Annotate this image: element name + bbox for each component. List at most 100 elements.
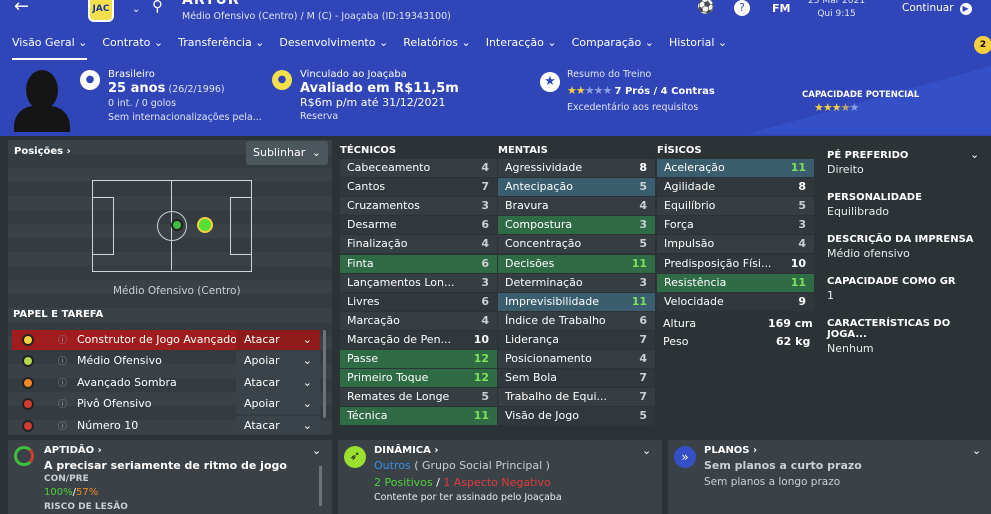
media-description-label: DESCRIÇÃO DA IMPRENSA (827, 234, 974, 245)
technical-attribute-row[interactable]: Cantos 7 (340, 178, 497, 197)
technical-attribute-row[interactable]: Marcação de Pen... 10 (340, 330, 497, 349)
mental-attribute-row[interactable]: Posicionamento 4 (498, 350, 655, 368)
contract-info: Vinculado ao Joaçaba Avaliado em R$11,5m… (300, 69, 459, 122)
mental-attribute-row[interactable]: Decisões 11 (498, 254, 655, 273)
technical-attribute-row[interactable]: Desarme 6 (340, 216, 497, 235)
training-summary[interactable]: Resumo do Treino ★★★★★ 7 Prós / 4 Contra… (567, 68, 715, 115)
player-header: ← JAC ⌃ ⌄ ⚲ ARTUR Médio Ofensivo (Centro)… (0, 0, 991, 136)
role-row[interactable]: ⓘ Número 10 Atacar ⌄ (12, 416, 320, 434)
attribute-value: 7 (639, 371, 647, 385)
info-icon[interactable]: ⓘ (58, 419, 67, 432)
info-icon[interactable]: ⓘ (58, 376, 67, 389)
mental-attribute-row[interactable]: Sem Bola 7 (498, 369, 655, 388)
club-crest[interactable]: JAC (88, 0, 114, 22)
tab-relatorios[interactable]: Relatórios ⌄ (403, 36, 471, 60)
technical-attribute-row[interactable]: Lançamentos Lon... 3 (340, 273, 497, 292)
technical-attribute-row[interactable]: Finta 6 (340, 254, 497, 273)
mental-attribute-row[interactable]: Compostura 3 (498, 216, 655, 235)
highlight-select[interactable]: Sublinhar ⌄ (246, 141, 328, 165)
back-arrow-icon[interactable]: ← (14, 0, 29, 17)
roles-scrollbar[interactable] (323, 330, 326, 418)
role-row[interactable]: ⓘ Avançado Sombra Atacar ⌄ (12, 373, 320, 393)
mental-attribute-row[interactable]: Trabalho de Equi... 7 (498, 388, 655, 407)
tab-contrato[interactable]: Contrato ⌄ (102, 36, 163, 60)
search-icon[interactable]: ⚲ (152, 0, 163, 15)
physical-attribute-row[interactable]: Resistência 11 (657, 273, 814, 292)
gk-ability-value: 1 (827, 289, 834, 302)
info-icon[interactable]: ⓘ (58, 397, 67, 410)
attribute-name: Concentração (505, 237, 582, 251)
scrollbar[interactable] (319, 466, 322, 506)
attribute-name: Trabalho de Equi... (505, 390, 608, 404)
physical-attribute-row[interactable]: Equilíbrio 5 (657, 197, 814, 216)
tab-comparacao[interactable]: Comparação ⌄ (572, 36, 654, 60)
notification-badge[interactable]: 2 (974, 36, 991, 54)
technical-attribute-row[interactable]: Passe 12 (340, 350, 497, 368)
chevron-down-icon[interactable]: ⌄ (312, 444, 321, 457)
chevron-down-icon[interactable]: ⌄ (642, 444, 651, 457)
tab-visao-geral[interactable]: Visão Geral ⌄ (12, 36, 88, 60)
mental-attribute-row[interactable]: Agressividade 8 (498, 159, 655, 177)
technical-attribute-row[interactable]: Livres 6 (340, 292, 497, 311)
player-traits-label: CARACTERÍSTICAS DO JOGA... (827, 318, 951, 340)
star-icon: ★ (540, 72, 560, 92)
con-pre-label: CON/PRE (44, 474, 89, 484)
technical-attribute-row[interactable]: Finalização 4 (340, 235, 497, 254)
chevron-down-icon[interactable]: ⌄ (970, 148, 979, 161)
physical-attribute-row[interactable]: Aceleração 11 (657, 159, 814, 177)
fm-menu[interactable]: FM (772, 2, 790, 15)
mental-attribute-row[interactable]: Antecipação 5 (498, 178, 655, 197)
roles-title: PAPEL E TAREFA (13, 309, 104, 320)
technical-attribute-row[interactable]: Remates de Longe 5 (340, 388, 497, 407)
ball-icon[interactable]: ⚽ (697, 0, 714, 15)
technical-attribute-row[interactable]: Primeiro Toque 12 (340, 369, 497, 388)
role-row[interactable]: ⓘ Médio Ofensivo Apoiar ⌄ (12, 351, 320, 371)
info-icon[interactable]: ⓘ (58, 333, 67, 346)
mental-attribute-row[interactable]: Concentração 5 (498, 235, 655, 254)
duty-select[interactable]: Atacar ⌄ (236, 416, 320, 434)
tab-historial[interactable]: Historial ⌄ (669, 36, 727, 60)
potential-label: CAPACIDADE POTENCIAL (802, 90, 920, 100)
technical-attribute-row[interactable]: Técnica 11 (340, 407, 497, 426)
prev-next-chevron-icon[interactable]: ⌃ ⌄ (132, 0, 140, 15)
attribute-value: 5 (798, 199, 806, 213)
mental-attribute-row[interactable]: Bravura 4 (498, 197, 655, 216)
mental-attribute-row[interactable]: Imprevisibilidade 11 (498, 292, 655, 311)
duty-select[interactable]: Atacar ⌄ (236, 373, 320, 393)
mental-attribute-row[interactable]: Liderança 7 (498, 330, 655, 349)
secondary-position-dot (171, 219, 183, 231)
positions-title[interactable]: Posições › (14, 146, 71, 157)
mental-attribute-row[interactable]: Determinação 3 (498, 273, 655, 292)
fitness-title[interactable]: APTIDÃO › (44, 445, 102, 456)
technical-attribute-row[interactable]: Cabeceamento 4 (340, 159, 497, 177)
role-row[interactable]: ⓘ Pivô Ofensivo Apoiar ⌄ (12, 394, 320, 414)
technical-attribute-row[interactable]: Cruzamentos 3 (340, 197, 497, 216)
physical-attribute-row[interactable]: Agilidade 8 (657, 178, 814, 197)
tab-transferencia[interactable]: Transferência ⌄ (178, 36, 264, 60)
technical-attribute-row[interactable]: Marcação 4 (340, 311, 497, 330)
tab-desenvolvimento[interactable]: Desenvolvimento ⌄ (279, 36, 388, 60)
help-icon[interactable]: ? (734, 0, 750, 16)
role-row[interactable]: ⓘ Construtor de Jogo Avançado Atacar ⌄ (12, 330, 320, 350)
physical-attribute-row[interactable]: Força 3 (657, 216, 814, 235)
duty-select[interactable]: Atacar ⌄ (236, 330, 320, 350)
physical-attribute-row[interactable]: Velocidade 9 (657, 292, 814, 311)
role-dot (22, 355, 34, 367)
attribute-value: 10 (790, 256, 806, 270)
continue-button[interactable]: Continuar ▶ (902, 2, 972, 15)
weight-value: 62 kg (776, 335, 811, 348)
plans-title[interactable]: PLANOS › (704, 445, 757, 456)
physical-attribute-row[interactable]: Predisposição Físi... 10 (657, 254, 814, 273)
attribute-name: Cantos (347, 180, 386, 194)
mental-title: MENTAIS (498, 145, 548, 156)
chevron-down-icon[interactable]: ⌄ (972, 444, 981, 457)
mental-attribute-row[interactable]: Índice de Trabalho 6 (498, 311, 655, 330)
physical-attribute-row[interactable]: Impulsão 4 (657, 235, 814, 254)
duty-select[interactable]: Apoiar ⌄ (236, 394, 320, 414)
mental-attribute-row[interactable]: Visão de Jogo 5 (498, 407, 655, 426)
info-icon[interactable]: ⓘ (58, 354, 67, 367)
dynamics-title[interactable]: DINÂMICA › (374, 445, 438, 456)
duty-select[interactable]: Apoiar ⌄ (236, 351, 320, 371)
tab-interaccao[interactable]: Interacção ⌄ (486, 36, 557, 60)
attribute-name: Sem Bola (505, 371, 558, 385)
